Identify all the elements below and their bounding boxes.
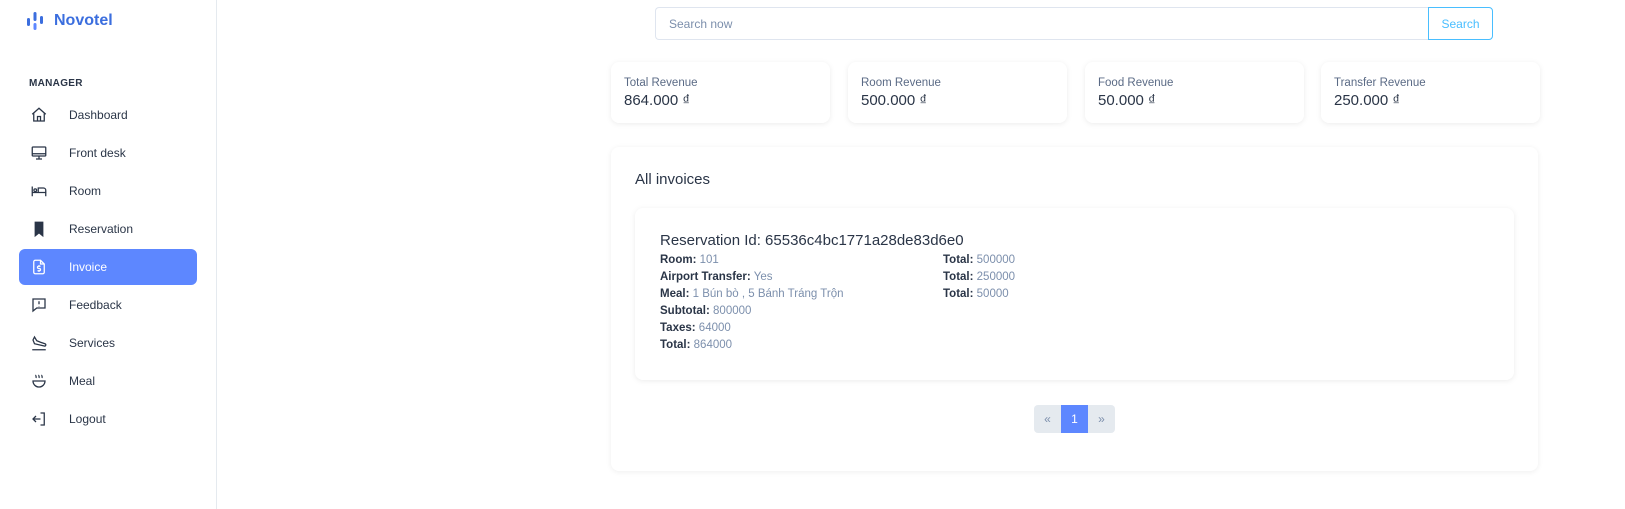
sidebar-item-services[interactable]: Services bbox=[19, 325, 197, 361]
invoice-details-right: Total: 500000 Total: 250000 Total: 50000 bbox=[943, 252, 1015, 303]
stat-value: 864.000 ₫ bbox=[624, 92, 691, 109]
file-dollar-icon bbox=[29, 257, 49, 277]
stat-value: 250.000 ₫ bbox=[1334, 92, 1401, 109]
sidebar-item-invoice[interactable]: Invoice bbox=[19, 249, 197, 285]
novotel-logo-icon bbox=[26, 10, 44, 32]
pagination-prev-button[interactable]: « bbox=[1034, 405, 1061, 433]
panel-title: All invoices bbox=[635, 171, 711, 188]
sidebar-item-label: Invoice bbox=[69, 260, 108, 274]
sidebar-item-label: Dashboard bbox=[69, 108, 128, 122]
invoice-line-taxes: Taxes: 64000 bbox=[660, 322, 731, 334]
sidebar-item-room[interactable]: Room bbox=[19, 173, 197, 209]
stat-card-room-revenue: Room Revenue 500.000 ₫ bbox=[848, 62, 1067, 123]
sidebar-item-reservation[interactable]: Reservation bbox=[19, 211, 197, 247]
stat-label: Transfer Revenue bbox=[1334, 77, 1426, 89]
stat-card-food-revenue: Food Revenue 50.000 ₫ bbox=[1085, 62, 1304, 123]
invoice-details-left: Room: 101 Airport Transfer: Yes Meal: 1 … bbox=[660, 252, 844, 354]
sidebar-item-logout[interactable]: Logout bbox=[19, 401, 197, 437]
bookmark-icon bbox=[29, 219, 49, 239]
plane-landing-icon bbox=[29, 333, 49, 353]
stat-value: 500.000 ₫ bbox=[861, 92, 928, 109]
message-alert-icon bbox=[29, 295, 49, 315]
logout-icon bbox=[29, 409, 49, 429]
invoice-line-transfer-total: Total: 250000 bbox=[943, 271, 1016, 283]
invoice-line-subtotal: Subtotal: 800000 bbox=[660, 305, 752, 317]
pagination: « 1 » bbox=[1034, 405, 1115, 433]
search-input[interactable] bbox=[655, 7, 1428, 40]
monitor-icon bbox=[29, 143, 49, 163]
stat-card-total-revenue: Total Revenue 864.000 ₫ bbox=[611, 62, 830, 123]
stat-label: Total Revenue bbox=[624, 77, 698, 89]
brand[interactable]: Novotel bbox=[26, 10, 113, 32]
sidebar-item-label: Room bbox=[69, 184, 102, 198]
invoice-line-room-total: Total: 500000 bbox=[943, 254, 1016, 266]
invoice-line-meal-total: Total: 50000 bbox=[943, 288, 1009, 300]
sidebar: Novotel MANAGER Dashboard Front desk Roo… bbox=[0, 0, 217, 509]
pagination-next-button[interactable]: » bbox=[1088, 405, 1115, 433]
home-icon bbox=[29, 105, 49, 125]
sidebar-item-meal[interactable]: Meal bbox=[19, 363, 197, 399]
sidebar-item-label: Reservation bbox=[69, 222, 134, 236]
sidebar-item-label: Services bbox=[69, 336, 116, 350]
invoice-line-room: Room: 101 bbox=[660, 254, 719, 266]
pagination-page-1[interactable]: 1 bbox=[1061, 405, 1088, 433]
sidebar-item-label: Meal bbox=[69, 374, 96, 388]
invoice-line-total: Total: 864000 bbox=[660, 339, 733, 351]
sidebar-item-feedback[interactable]: Feedback bbox=[19, 287, 197, 323]
sidebar-item-front-desk[interactable]: Front desk bbox=[19, 135, 197, 171]
invoices-panel: All invoices Reservation Id: 65536c4bc17… bbox=[611, 147, 1538, 471]
search-bar: Search bbox=[655, 7, 1493, 40]
sidebar-item-dashboard[interactable]: Dashboard bbox=[19, 97, 197, 133]
stat-label: Room Revenue bbox=[861, 77, 941, 89]
sidebar-section-label: MANAGER bbox=[29, 78, 83, 89]
sidebar-item-label: Logout bbox=[69, 412, 106, 426]
reservation-id: Reservation Id: 65536c4bc1771a28de83d6e0 bbox=[660, 232, 964, 249]
brand-name: Novotel bbox=[54, 12, 113, 29]
bed-icon bbox=[29, 181, 49, 201]
invoice-line-airport-transfer: Airport Transfer: Yes bbox=[660, 271, 773, 283]
sidebar-nav: Dashboard Front desk Room Reservation In… bbox=[19, 97, 197, 439]
stat-label: Food Revenue bbox=[1098, 77, 1174, 89]
soup-icon bbox=[29, 371, 49, 391]
sidebar-item-label: Feedback bbox=[69, 298, 122, 312]
sidebar-item-label: Front desk bbox=[69, 146, 126, 160]
invoice-card: Reservation Id: 65536c4bc1771a28de83d6e0… bbox=[635, 208, 1514, 380]
stat-value: 50.000 ₫ bbox=[1098, 92, 1156, 109]
search-button[interactable]: Search bbox=[1428, 7, 1493, 40]
stat-card-transfer-revenue: Transfer Revenue 250.000 ₫ bbox=[1321, 62, 1540, 123]
invoice-line-meal: Meal: 1 Bún bò , 5 Bánh Tráng Trộn bbox=[660, 288, 844, 300]
